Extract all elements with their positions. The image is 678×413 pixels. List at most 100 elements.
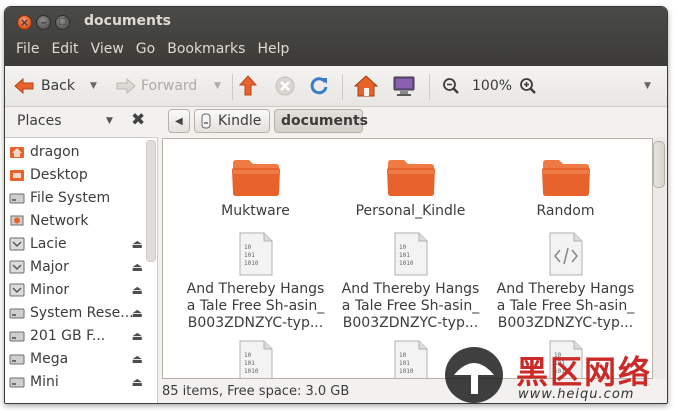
- svg-text:10: 10: [244, 244, 252, 251]
- sidebar-item-network[interactable]: Network: [9, 210, 145, 232]
- sidebar-item-lacie[interactable]: Lacie ⏏: [9, 233, 145, 255]
- computer-button[interactable]: [392, 73, 416, 99]
- close-window-button[interactable]: ×: [17, 15, 32, 30]
- minimize-window-button[interactable]: –: [36, 15, 51, 30]
- home-folder-icon: [9, 144, 25, 160]
- file-name-label: B003ZDNZYC-typ...: [497, 315, 634, 331]
- file-name-label: B003ZDNZYC-typ...: [342, 315, 479, 331]
- drive-icon: [9, 282, 25, 298]
- back-button[interactable]: Back: [13, 73, 75, 99]
- file-name-label: Random: [536, 203, 595, 219]
- sidebar-item-mega[interactable]: Mega ⏏: [9, 348, 145, 370]
- minimize-icon: –: [40, 16, 47, 29]
- file-item[interactable]: 10 101 1010 And Thereby Hangs a Tale Free Sh…: [183, 231, 328, 332]
- toolbar: Back ▼ Forward ▼ 100% ▼: [5, 66, 667, 107]
- file-name-label: a Tale Free Sh-asin_: [341, 298, 480, 314]
- file-name-label: B003ZDNZYC-typ...: [187, 315, 324, 331]
- path-scroll-left-button[interactable]: ◀: [168, 109, 190, 133]
- folder-item[interactable]: Random: [493, 157, 638, 220]
- watermark-url: www.heiqu.com: [518, 387, 635, 402]
- back-history-dropdown[interactable]: ▼: [90, 73, 97, 99]
- sidebar-item-label: File System: [30, 190, 111, 206]
- eject-icon[interactable]: ⏏: [132, 237, 143, 251]
- menu-view[interactable]: View: [85, 40, 130, 64]
- file-name-label: And Thereby Hangs: [496, 281, 635, 297]
- file-item[interactable]: 10 101 1010 And Thereby Hangs a Tale Free Sh…: [338, 231, 483, 332]
- sidebar-item-label: Lacie: [30, 236, 67, 252]
- sidebar-item-major[interactable]: Major ⏏: [9, 256, 145, 278]
- zoom-level[interactable]: 100%: [472, 73, 512, 99]
- svg-text:10: 10: [399, 352, 407, 359]
- status-bar: 85 items, Free space: 3.0 GB: [162, 381, 349, 401]
- up-button[interactable]: [238, 73, 258, 99]
- sidebar-item-201-gb-f[interactable]: 201 GB F... ⏏: [9, 325, 145, 347]
- stop-button[interactable]: [274, 73, 296, 99]
- sidebar-header: Places: [17, 113, 62, 129]
- menu-help[interactable]: Help: [251, 40, 295, 64]
- sidebar-item-desktop[interactable]: Desktop: [9, 164, 145, 186]
- sidebar-item-mini[interactable]: Mini ⏏: [9, 371, 145, 393]
- harddisk-icon: [9, 190, 25, 206]
- toolbar-overflow-dropdown[interactable]: ▼: [644, 73, 651, 99]
- crumb-documents[interactable]: documents: [274, 109, 368, 133]
- forward-history-dropdown[interactable]: ▼: [214, 73, 221, 99]
- maximize-window-button[interactable]: □: [55, 15, 70, 30]
- sidebar-item-system-rese[interactable]: System Rese... ⏏: [9, 302, 145, 324]
- file-name-label: a Tale Free Sh-asin_: [496, 298, 635, 314]
- menu-bookmarks[interactable]: Bookmarks: [161, 40, 251, 64]
- sidebar-places-label[interactable]: Places: [17, 113, 62, 129]
- content-scrollbar-thumb[interactable]: [653, 141, 665, 188]
- file-item[interactable]: 10 101 1010: [183, 339, 328, 378]
- close-sidebar-icon[interactable]: ✖: [131, 110, 145, 130]
- file-item[interactable]: And Thereby Hangs a Tale Free Sh-asin_ B00…: [493, 231, 638, 332]
- eject-icon[interactable]: ⏏: [132, 306, 143, 320]
- close-icon: ×: [19, 16, 30, 29]
- reload-button[interactable]: [308, 73, 330, 99]
- eject-icon[interactable]: ⏏: [132, 375, 143, 389]
- menu-edit[interactable]: Edit: [45, 40, 84, 64]
- svg-text:1010: 1010: [244, 368, 259, 375]
- menu-go[interactable]: Go: [130, 40, 161, 64]
- file-name-label: Personal_Kindle: [355, 203, 466, 219]
- home-icon: [354, 75, 378, 97]
- sidebar-item-label: Mega: [30, 351, 69, 367]
- crumb-label: Kindle: [218, 113, 262, 129]
- zoom-out-button[interactable]: [442, 73, 460, 99]
- menu-file[interactable]: File: [5, 40, 45, 64]
- sidebar-item-label: Desktop: [30, 167, 88, 183]
- harddisk-icon: [9, 374, 25, 390]
- sidebar-item-label: Mini: [30, 374, 59, 390]
- harddisk-icon: [9, 305, 25, 321]
- zoom-in-button[interactable]: [519, 73, 537, 99]
- sidebar-item-file-system[interactable]: File System: [9, 187, 145, 209]
- sidebar-item-minor[interactable]: Minor ⏏: [9, 279, 145, 301]
- zoom-out-icon: [443, 78, 459, 94]
- menu-bar: File Edit View Go Bookmarks Help: [5, 40, 295, 64]
- forward-button[interactable]: Forward: [115, 73, 197, 99]
- binary-file-icon: 10 101 1010: [183, 339, 328, 378]
- eject-icon[interactable]: ⏏: [132, 260, 143, 274]
- watermark-logo: 黑区网络 www.heiqu.com: [442, 345, 670, 407]
- svg-text:101: 101: [244, 252, 255, 259]
- svg-text:1010: 1010: [399, 368, 414, 375]
- toolbar-separator: [232, 74, 233, 100]
- forward-arrow-icon: [116, 77, 136, 95]
- eject-icon[interactable]: ⏏: [132, 329, 143, 343]
- folder-item[interactable]: Muktware: [183, 157, 328, 220]
- harddisk-icon: [9, 328, 25, 344]
- sidebar-item-label: System Rese...: [30, 305, 134, 321]
- svg-text:101: 101: [244, 360, 255, 367]
- sidebar-type-dropdown[interactable]: ▼: [106, 116, 113, 126]
- home-button[interactable]: [354, 73, 378, 99]
- crumb-kindle[interactable]: Kindle: [194, 109, 270, 133]
- file-name-label: Muktware: [221, 203, 290, 219]
- back-arrow-icon: [14, 77, 34, 95]
- places-sidebar: dragon Desktop File System Network Lacie ⏏ Maj…: [5, 137, 158, 403]
- file-name-label: And Thereby Hangs: [341, 281, 480, 297]
- folder-item[interactable]: Personal_Kindle: [338, 157, 483, 220]
- sidebar-scrollbar-thumb[interactable]: [146, 140, 156, 262]
- eject-icon[interactable]: ⏏: [132, 283, 143, 297]
- svg-text:10: 10: [244, 352, 252, 359]
- sidebar-item-dragon[interactable]: dragon: [9, 141, 145, 163]
- eject-icon[interactable]: ⏏: [132, 352, 143, 366]
